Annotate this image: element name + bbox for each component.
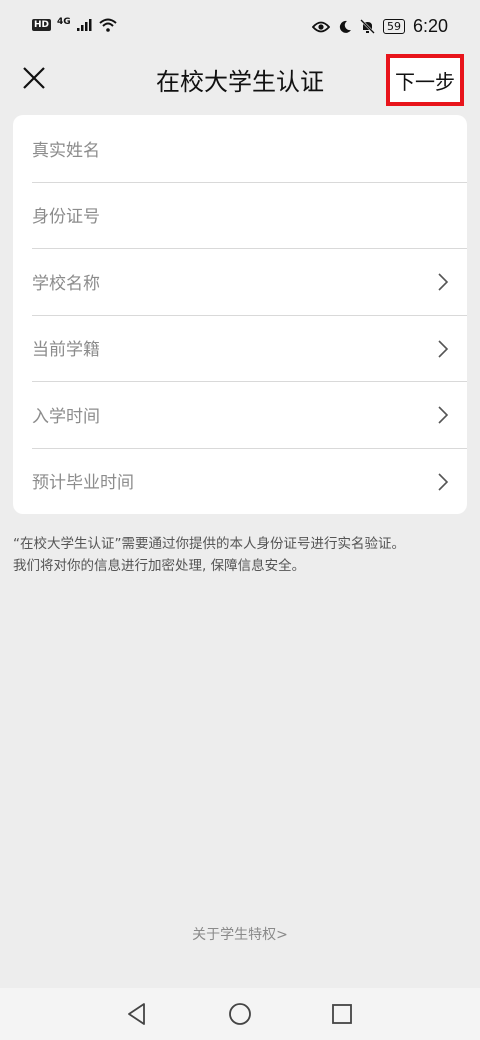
enrollment-status-row[interactable]: 当前学籍 [13, 314, 467, 382]
real-name-label: 真实姓名 [32, 140, 100, 161]
eye-icon [311, 21, 330, 32]
school-name-row[interactable]: 学校名称 [13, 248, 467, 315]
chevron-right-icon [438, 406, 449, 424]
wifi-icon [99, 18, 117, 32]
school-name-label: 学校名称 [32, 273, 100, 294]
screen: HD 4G 59 6:20 在校大学生认证 下一步 真实姓名 身份证号 学校名称… [0, 0, 480, 1040]
graduation-date-label: 预计毕业时间 [32, 473, 134, 494]
next-step-button[interactable]: 下一步 [386, 54, 464, 106]
chevron-right-icon [438, 273, 449, 291]
moon-icon [339, 20, 351, 33]
header: 在校大学生认证 下一步 [0, 54, 480, 106]
status-left: HD 4G [32, 16, 117, 32]
notice-line-1: “在校大学生认证”需要通过你提供的本人身份证号进行实名验证。 [13, 536, 405, 552]
status-right: 59 6:20 [311, 16, 448, 37]
status-time: 6:20 [412, 16, 448, 36]
network-type: 4G [57, 16, 71, 27]
battery-indicator: 59 [382, 19, 405, 34]
graduation-date-row[interactable]: 预计毕业时间 [13, 447, 467, 515]
system-nav-bar [0, 988, 480, 1040]
chevron-right-icon [438, 339, 449, 358]
privacy-notice: “在校大学生认证”需要通过你提供的本人身份证号进行实名验证。 我们将对你的信息进… [13, 533, 473, 577]
enrollment-status-label: 当前学籍 [32, 340, 100, 361]
nav-back-icon[interactable] [124, 1001, 150, 1027]
hd-badge: HD [32, 19, 52, 31]
signal-icon [76, 19, 92, 31]
form-card: 真实姓名 身份证号 学校名称 当前学籍 入学时间 预计毕业时间 [13, 115, 467, 514]
about-student-privileges-link[interactable]: 关于学生特权> [0, 924, 480, 944]
nav-home-icon[interactable] [227, 1001, 253, 1027]
admission-date-label: 入学时间 [32, 406, 100, 427]
chevron-right-icon [438, 472, 449, 491]
notice-line-2: 我们将对你的信息进行加密处理, 保障信息安全。 [13, 558, 306, 574]
id-number-label: 身份证号 [32, 207, 100, 228]
admission-date-row[interactable]: 入学时间 [13, 381, 467, 448]
bell-muted-icon [360, 19, 375, 34]
nav-recents-icon[interactable] [329, 1001, 355, 1027]
status-bar: HD 4G 59 6:20 [0, 0, 480, 54]
real-name-field[interactable]: 真实姓名 [13, 115, 467, 182]
id-number-field[interactable]: 身份证号 [13, 181, 467, 249]
